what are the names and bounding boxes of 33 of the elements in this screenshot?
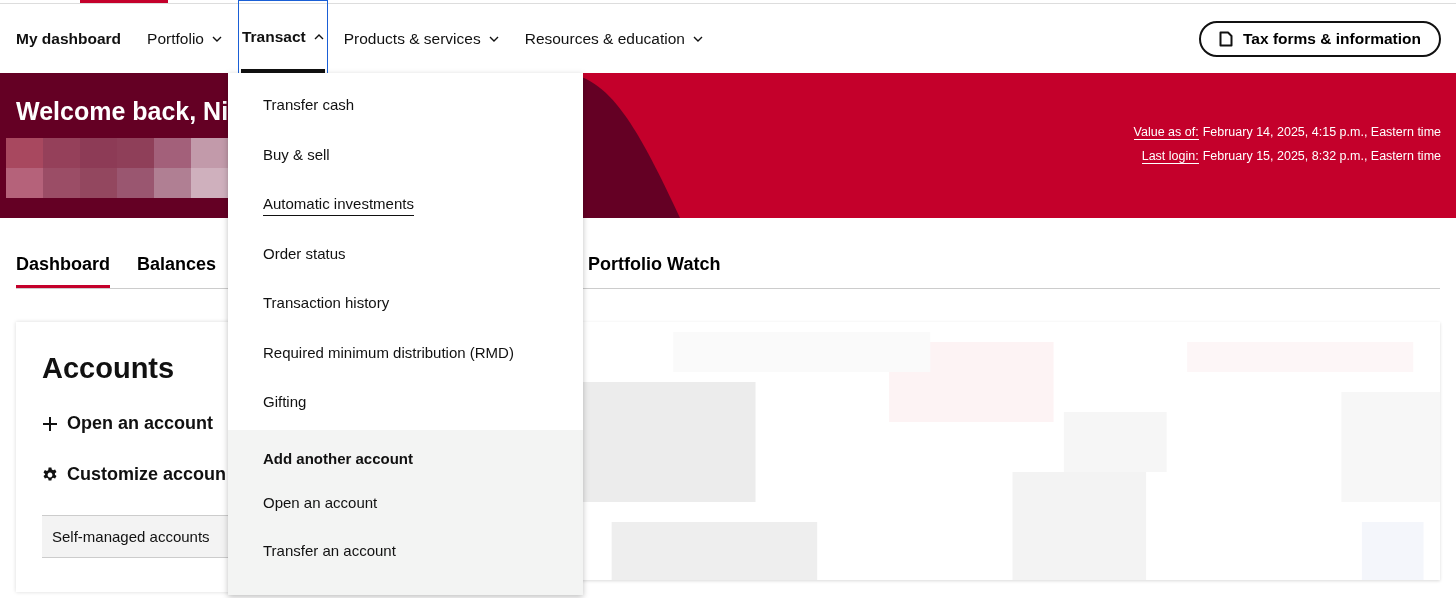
account-action-link[interactable]: Open an account — [42, 413, 214, 434]
nav-menu-item[interactable]: My dashboard — [16, 4, 132, 73]
menu-item[interactable]: Transaction history — [263, 293, 390, 315]
caret-icon — [488, 35, 499, 42]
nav-menu-item[interactable]: Resources & education — [514, 4, 713, 73]
nav-menu-item[interactable]: Products & services — [333, 4, 509, 73]
document-icon — [1219, 30, 1233, 47]
plus-icon — [42, 415, 58, 432]
settings-icon — [42, 466, 58, 483]
welcome-heading: Welcome back, Ni — [16, 97, 229, 126]
menu-item[interactable]: Order status — [263, 243, 346, 265]
menu-section-heading: Add another account — [263, 450, 414, 467]
menu-item[interactable]: Transfer cash — [263, 95, 355, 117]
info-value: February 14, 2025, 4:15 p.m., Eastern time — [1202, 125, 1441, 140]
menu-item[interactable]: Automatic investments — [263, 194, 414, 216]
tab[interactable]: Balances — [137, 254, 217, 288]
menu-item[interactable]: Required minimum distribution (RMD) — [263, 342, 514, 364]
info-link[interactable]: Value as of: — [1133, 125, 1199, 140]
caret-icon — [211, 35, 222, 42]
caret-icon — [692, 35, 703, 42]
info-value: February 15, 2025, 8:32 p.m., Eastern time — [1202, 149, 1441, 164]
menu-item[interactable]: Open an account — [263, 493, 378, 515]
nav-menu-item[interactable]: Transact — [237, 0, 328, 73]
info-link[interactable]: Last login: — [1141, 149, 1199, 164]
menu-item[interactable]: Gifting — [263, 392, 307, 414]
accounts-heading: Accounts — [42, 352, 175, 385]
tab[interactable]: Portfolio Watch — [588, 254, 721, 288]
menu-item[interactable]: Buy & sell — [263, 144, 330, 166]
nav-menu-item[interactable]: Portfolio — [137, 4, 232, 73]
tab[interactable]: Dashboard — [16, 254, 111, 288]
account-action-link[interactable]: Customize accoun — [42, 464, 227, 485]
tax-forms-button[interactable]: Tax forms & information — [1199, 20, 1441, 57]
caret-icon — [313, 34, 324, 40]
